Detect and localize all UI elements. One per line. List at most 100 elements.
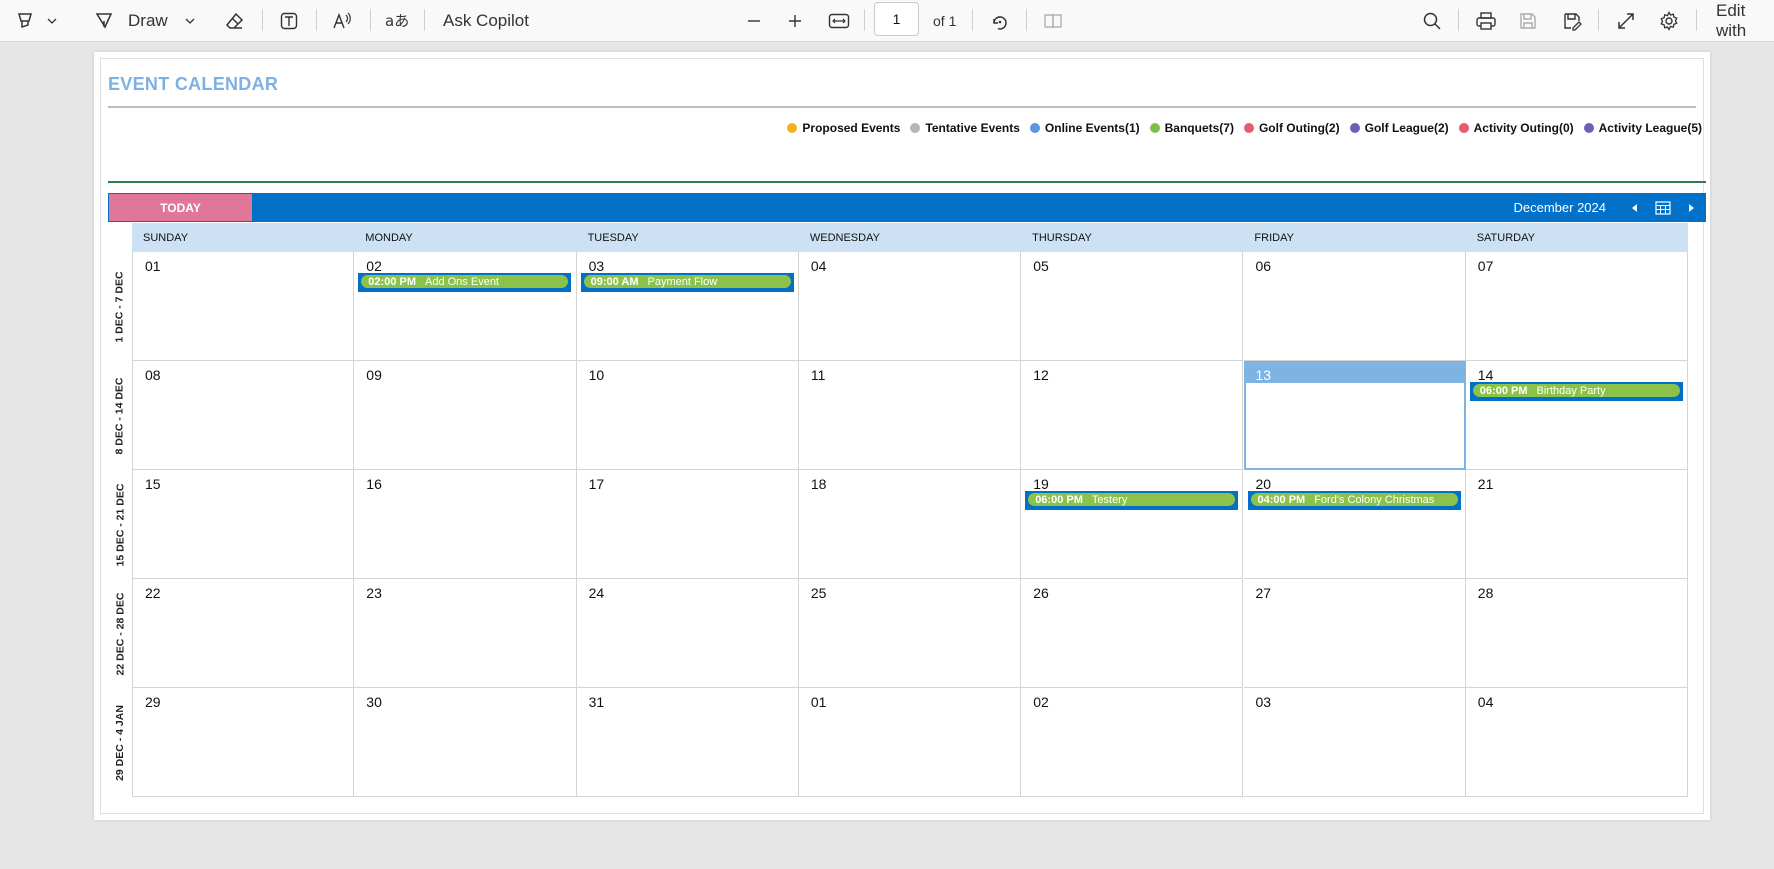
day-cell[interactable]: 22 <box>132 579 355 688</box>
day-cell[interactable]: 14 06:00 PM Birthday Party <box>1465 361 1688 470</box>
pen-icon[interactable] <box>92 0 116 42</box>
week-label: 22 DEC - 28 DEC <box>108 579 132 688</box>
day-cell[interactable]: 27 <box>1243 579 1466 688</box>
week-range-text: 8 DEC - 14 DEC <box>114 376 126 455</box>
page-total: of 1 <box>933 13 957 29</box>
event-title: Ford's Colony Christmas <box>1314 493 1435 506</box>
page-number-input[interactable]: 1 <box>874 2 919 36</box>
day-header-thursday: THURSDAY <box>1032 231 1092 244</box>
legend-dot-icon <box>1243 123 1254 133</box>
day-number: 28 <box>1477 585 1494 601</box>
edit-with-button[interactable]: Edit with <box>1716 0 1774 42</box>
event-legend: Proposed Events Tentative Events Online Ev… <box>787 121 1702 135</box>
read-aloud-icon[interactable] <box>330 0 356 42</box>
day-cell[interactable]: 13 <box>1243 361 1466 470</box>
week-range-text: 15 DEC - 21 DEC <box>114 483 126 566</box>
day-number: 11 <box>810 367 826 383</box>
legend-label: Tentative Events <box>925 121 1020 135</box>
legend-dot-icon <box>910 123 921 133</box>
day-cell[interactable]: 25 <box>798 579 1022 688</box>
fullscreen-icon[interactable] <box>1614 0 1638 42</box>
day-cell[interactable]: 16 <box>354 470 577 579</box>
zoom-in-icon[interactable] <box>783 0 807 42</box>
day-cell[interactable]: 10 <box>576 361 799 470</box>
legend-label: Golf Outing(2) <box>1258 121 1340 135</box>
day-cell[interactable]: 07 <box>1465 252 1688 361</box>
day-cell[interactable]: 01 <box>798 688 1022 797</box>
chevron-down-icon[interactable] <box>44 0 60 42</box>
day-cell[interactable]: 20 04:00 PM Ford's Colony Christmas <box>1243 470 1466 579</box>
day-number: 08 <box>145 367 161 383</box>
day-cell[interactable]: 04 <box>1465 688 1688 797</box>
day-cell[interactable]: 03 <box>1243 688 1466 797</box>
event-pill: 06:00 PM Testery <box>1028 493 1236 506</box>
page-view-icon[interactable] <box>1040 0 1066 42</box>
next-month-icon[interactable] <box>1682 193 1700 222</box>
day-number: 27 <box>1255 585 1272 601</box>
calendar-view-icon[interactable] <box>1652 193 1674 222</box>
day-number: 07 <box>1477 258 1494 274</box>
day-cell[interactable]: 02 <box>1021 688 1244 797</box>
event-pill: 09:00 AM Payment Flow <box>583 275 791 288</box>
legend-dot-icon <box>1458 123 1469 133</box>
day-cell[interactable]: 28 <box>1465 579 1688 688</box>
day-number: 09 <box>366 367 382 383</box>
settings-gear-icon[interactable] <box>1657 0 1681 42</box>
legend-item: Activity League(5) <box>1583 121 1702 135</box>
day-cell[interactable]: 31 <box>576 688 799 797</box>
translate-icon[interactable]: aあ <box>382 0 412 42</box>
save-icon[interactable] <box>1516 0 1540 42</box>
legend-item: Activity Outing(0) <box>1458 121 1574 135</box>
day-number: 19 <box>1033 476 1049 492</box>
day-cell[interactable]: 15 <box>132 470 355 579</box>
text-box-icon[interactable] <box>276 0 302 42</box>
day-cell[interactable]: 06 <box>1243 252 1466 361</box>
day-cell[interactable]: 12 <box>1021 361 1244 470</box>
rotate-icon[interactable] <box>988 0 1012 42</box>
eraser-icon[interactable] <box>222 0 248 42</box>
highlighter-icon[interactable] <box>12 0 38 42</box>
day-cell[interactable]: 01 <box>132 252 355 361</box>
day-cell[interactable]: 18 <box>798 470 1022 579</box>
event-time: 06:00 PM <box>1035 493 1083 506</box>
day-cell[interactable]: 02 02:00 PM Add Ons Event <box>354 252 577 361</box>
day-cell[interactable]: 08 <box>132 361 355 470</box>
day-cell[interactable]: 23 <box>354 579 577 688</box>
day-cell[interactable]: 19 06:00 PM Testery <box>1021 470 1244 579</box>
day-cell[interactable]: 30 <box>354 688 577 797</box>
draw-chevron-icon[interactable] <box>182 0 198 42</box>
prev-month-icon[interactable] <box>1626 193 1644 222</box>
legend-label: Proposed Events <box>802 121 901 135</box>
event-item[interactable]: 04:00 PM Ford's Colony Christmas <box>1247 491 1461 510</box>
day-cell[interactable]: 29 <box>132 688 355 797</box>
day-cell[interactable]: 17 <box>576 470 799 579</box>
day-cell[interactable]: 09 <box>354 361 577 470</box>
day-cell[interactable]: 03 09:00 AM Payment Flow <box>576 252 799 361</box>
fit-width-icon[interactable] <box>826 0 852 42</box>
day-number: 18 <box>810 476 827 492</box>
day-cell[interactable]: 26 <box>1021 579 1244 688</box>
event-title: Payment Flow <box>647 275 718 288</box>
day-cell[interactable]: 24 <box>576 579 799 688</box>
event-item[interactable]: 06:00 PM Testery <box>1025 491 1239 510</box>
legend-label: Golf League(2) <box>1364 121 1449 135</box>
day-cell[interactable]: 11 <box>798 361 1022 470</box>
event-item[interactable]: 02:00 PM Add Ons Event <box>358 273 572 292</box>
ask-copilot-button[interactable]: Ask Copilot <box>443 0 529 42</box>
day-number: 22 <box>145 585 161 601</box>
day-cell[interactable]: 21 <box>1465 470 1688 579</box>
print-icon[interactable] <box>1474 0 1498 42</box>
day-cell[interactable]: 04 <box>798 252 1022 361</box>
week-label: 15 DEC - 21 DEC <box>108 470 132 579</box>
day-number: 23 <box>366 585 382 601</box>
zoom-out-icon[interactable] <box>742 0 766 42</box>
day-cell[interactable]: 05 <box>1021 252 1244 361</box>
draw-button[interactable]: Draw <box>128 0 168 42</box>
event-item[interactable]: 06:00 PM Birthday Party <box>1469 382 1683 401</box>
legend-label: Online Events(1) <box>1044 121 1140 135</box>
event-item[interactable]: 09:00 AM Payment Flow <box>580 273 794 292</box>
save-as-icon[interactable] <box>1560 0 1584 42</box>
event-pill: 02:00 PM Add Ons Event <box>361 275 569 288</box>
today-button[interactable]: TODAY <box>109 194 252 221</box>
search-icon[interactable] <box>1420 0 1444 42</box>
